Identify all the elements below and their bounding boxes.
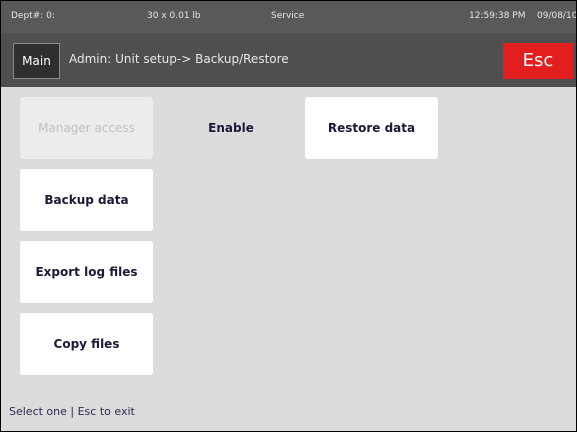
backup-data-button[interactable]: Backup data: [20, 169, 153, 231]
breadcrumb: Admin: Unit setup-> Backup/Restore: [69, 52, 289, 66]
copy-files-button[interactable]: Copy files: [20, 313, 153, 375]
footer-hint: Select one | Esc to exit: [9, 405, 135, 418]
clock-time: 12:59:38 PM: [469, 11, 526, 21]
mode-indicator: Service: [271, 11, 305, 21]
weight-readout: 30 x 0.01 lb: [147, 11, 201, 21]
title-bar: Main Admin: Unit setup-> Backup/Restore …: [1, 33, 576, 87]
enable-label: Enable: [208, 121, 254, 135]
manager-access-button[interactable]: Manager access: [20, 97, 153, 159]
restore-data-button[interactable]: Restore data: [305, 97, 438, 159]
clock-date: 09/08/10: [537, 11, 576, 21]
department-indicator: Dept#: 0:: [11, 11, 55, 21]
scale-screen: Dept#: 0: 30 x 0.01 lb Service 12:59:38 …: [1, 1, 576, 431]
esc-button[interactable]: Esc: [503, 43, 573, 79]
main-button[interactable]: Main: [13, 43, 60, 79]
status-bar: Dept#: 0: 30 x 0.01 lb Service 12:59:38 …: [1, 1, 576, 33]
export-log-files-button[interactable]: Export log files: [20, 241, 153, 303]
